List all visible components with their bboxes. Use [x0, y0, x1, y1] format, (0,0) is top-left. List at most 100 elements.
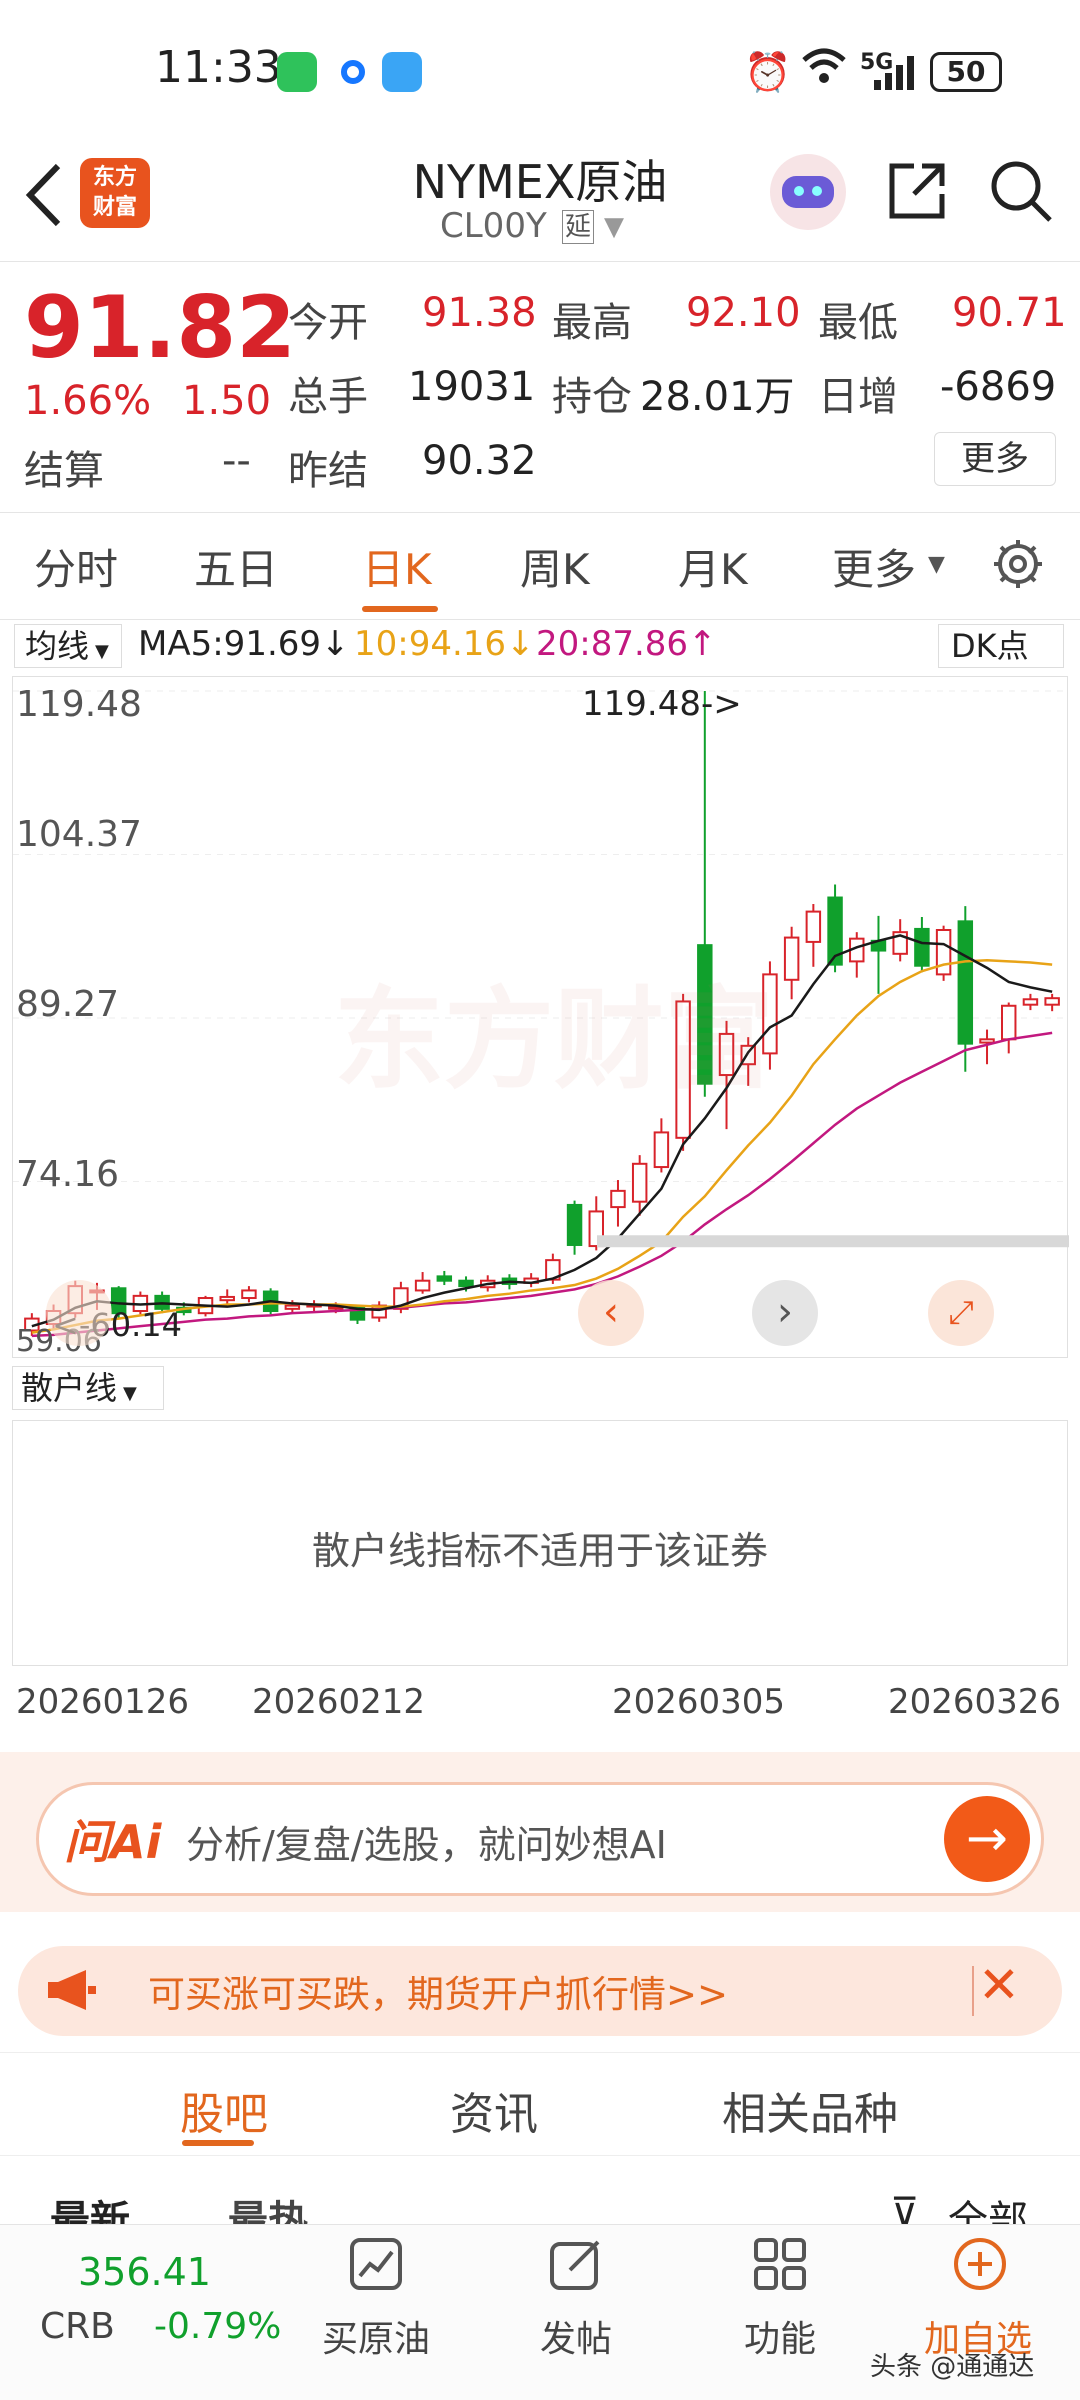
quote-more-button[interactable]: 更多 [934, 432, 1056, 486]
date-tick-3: 20260305 [612, 1682, 786, 1722]
tab-guba[interactable]: 股吧 [180, 2078, 268, 2142]
date-tick-4: 20260326 [888, 1682, 1062, 1722]
ai-search-placeholder[interactable]: 分析/复盘/选股，就问妙想AI [186, 1814, 667, 1869]
chart-watermark: 东方财富 [334, 976, 774, 1104]
tab-weekly-k[interactable]: 周K [520, 536, 590, 597]
crb-index-value[interactable]: 356.41 [78, 2250, 211, 2294]
tab-daily-k[interactable]: 日K [362, 536, 432, 597]
chart-prev-button[interactable]: ‹ [578, 1280, 644, 1346]
candle-up [783, 936, 800, 981]
wifi-icon [800, 44, 848, 92]
signal-icon [872, 54, 918, 96]
date-tick-2: 20260212 [252, 1682, 426, 1722]
candle-up [414, 1279, 431, 1292]
price-band [597, 1235, 1069, 1248]
gear-icon[interactable] [990, 536, 1046, 596]
tab-monthly-k[interactable]: 月K [678, 536, 748, 597]
y-axis-tick-1: 119.48 [16, 684, 142, 725]
candle-up [1022, 998, 1039, 1006]
tab-more-chevron-icon[interactable]: ▼ [928, 552, 945, 577]
volume-value: 19031 [408, 364, 536, 410]
daily-increase-label: 日增 [818, 374, 898, 420]
compose-icon[interactable] [548, 2236, 604, 2292]
ma-selector-chevron-icon: ▼ [95, 641, 109, 662]
candle-up [805, 910, 822, 943]
candle-down [957, 920, 974, 1045]
buy-crude-button[interactable]: 买原油 [322, 2310, 430, 2362]
high-value: 92.10 [686, 290, 801, 336]
ma-selector[interactable]: 均线 ▼ [14, 624, 122, 668]
trade-chart-icon[interactable] [348, 2236, 404, 2292]
crb-index-change[interactable]: -0.79% [154, 2306, 281, 2347]
indicator-selector-label: 散户线 [21, 1369, 118, 1407]
open-interest-value: 28.01万 [640, 374, 795, 420]
megaphone-icon [46, 1968, 98, 2016]
post-button[interactable]: 发帖 [540, 2310, 612, 2362]
content-tab-indicator [182, 2140, 254, 2146]
chevron-down-icon[interactable]: ▼ [604, 212, 624, 242]
wechat-icon [277, 52, 317, 92]
y-axis-tick-4: 74.16 [16, 1154, 120, 1195]
candle-up [241, 1289, 257, 1300]
candle-up [219, 1295, 235, 1302]
ma-selector-label: 均线 [25, 627, 90, 665]
grid-apps-icon[interactable] [752, 2236, 808, 2292]
add-circle-icon[interactable] [952, 2236, 1008, 2292]
candle-up [1000, 1004, 1017, 1041]
low-label: 最低 [818, 300, 898, 346]
candle-up [631, 1162, 648, 1203]
ma10-value: 10:94.16↓ [354, 624, 535, 664]
chart-zoom-button[interactable] [46, 1280, 112, 1346]
app-dot-icon [333, 52, 373, 92]
indicator-message: 散户线指标不适用于该证券 [311, 1529, 768, 1573]
tab-five-day[interactable]: 五日 [194, 536, 278, 597]
date-tick-1: 20260126 [16, 1682, 190, 1722]
open-interest-label: 持仓 [552, 374, 632, 420]
share-icon[interactable] [884, 158, 950, 228]
change-value: 1.50 [182, 378, 272, 424]
prev-settle-label: 昨结 [288, 448, 368, 494]
y-axis-tick-3: 89.27 [16, 984, 120, 1025]
volume-label: 总手 [288, 374, 368, 420]
tab-intraday[interactable]: 分时 [34, 536, 118, 597]
functions-button[interactable]: 功能 [744, 2310, 816, 2362]
content-tabs [0, 2052, 1080, 2156]
open-label: 今开 [288, 300, 368, 346]
tab-news[interactable]: 资讯 [450, 2078, 538, 2142]
search-icon[interactable] [988, 158, 1054, 228]
ma20-value: 20:87.86↑ [536, 624, 717, 664]
ma5-value: MA5:91.69↓ [138, 624, 350, 664]
battery-icon: 50 [930, 52, 1002, 92]
chart-next-button[interactable]: › [752, 1280, 818, 1346]
indicator-selector[interactable]: 散户线 ▼ [12, 1366, 164, 1410]
robot-avatar-icon[interactable] [770, 154, 846, 230]
delay-badge: 延 [562, 210, 594, 244]
candle-up [935, 928, 952, 976]
promo-divider [972, 1966, 974, 2016]
tab-related-products[interactable]: 相关品种 [722, 2078, 898, 2142]
indicator-chevron-icon: ▼ [123, 1383, 137, 1404]
settle-value: -- [222, 438, 251, 484]
max-annotation: 119.48-> [582, 684, 742, 724]
candle-down [914, 927, 930, 967]
dk-point-button[interactable]: DK点 [938, 624, 1064, 668]
candle-up [979, 1038, 995, 1044]
settle-label: 结算 [24, 448, 104, 494]
y-axis-tick-2: 104.37 [16, 814, 142, 855]
active-tab-indicator [362, 606, 438, 612]
high-label: 最高 [552, 300, 632, 346]
ai-submit-arrow-icon[interactable]: → [944, 1796, 1030, 1882]
ai-logo: 问Ai [64, 1815, 162, 1869]
close-icon[interactable]: ✕ [978, 1956, 1020, 2014]
date-axis-ticks [12, 1668, 1068, 1682]
candle-up [284, 1304, 301, 1310]
source-watermark: 头条 @通通达 [870, 2352, 1035, 2382]
low-value: 90.71 [952, 290, 1067, 336]
crb-index-name[interactable]: CRB [40, 2306, 115, 2347]
promo-text[interactable]: 可买涨可买跌，期货开户抓行情>> [148, 1964, 728, 2018]
tab-more[interactable]: 更多 [832, 536, 916, 597]
daily-increase-value: -6869 [940, 364, 1057, 410]
candle-down [458, 1279, 474, 1288]
fullscreen-icon[interactable]: ⤢ [928, 1280, 994, 1346]
candle-down [566, 1203, 583, 1246]
